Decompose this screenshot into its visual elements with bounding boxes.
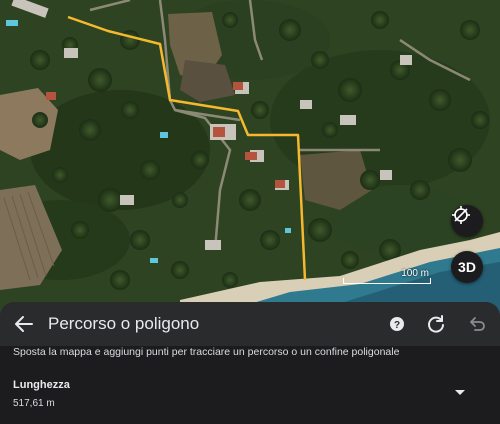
satellite-map[interactable]: 100 m 3D (0, 0, 500, 316)
3d-toggle-button[interactable]: 3D (451, 251, 483, 283)
refresh-button[interactable] (425, 313, 447, 335)
instructions-text: Sposta la mappa e aggiungi punti per tra… (13, 346, 400, 358)
sheet-title: Percorso o poligono (48, 314, 200, 333)
map-scale: 100 m (343, 268, 431, 286)
refresh-icon (425, 315, 447, 339)
svg-text:?: ? (394, 320, 400, 331)
help-button[interactable]: ? (386, 313, 408, 335)
expand-details-button[interactable] (452, 384, 468, 400)
locate-button[interactable] (451, 205, 483, 237)
back-button[interactable] (12, 312, 36, 336)
arrow-back-icon (12, 316, 36, 340)
length-label: Lunghezza (13, 379, 70, 391)
length-value: 517,61 m (13, 398, 55, 409)
3d-label: 3D (458, 259, 476, 275)
undo-icon (466, 317, 488, 339)
sheet-header: Percorso o poligono ? (0, 302, 500, 346)
undo-button[interactable] (466, 313, 488, 335)
scale-bar (343, 278, 431, 284)
measure-sheet: Percorso o poligono ? Sposta la mappa e … (0, 302, 500, 424)
chevron-down-icon (452, 387, 468, 404)
sheet-body: Sposta la mappa e aggiungi punti per tra… (0, 346, 500, 424)
help-icon: ? (386, 317, 408, 339)
